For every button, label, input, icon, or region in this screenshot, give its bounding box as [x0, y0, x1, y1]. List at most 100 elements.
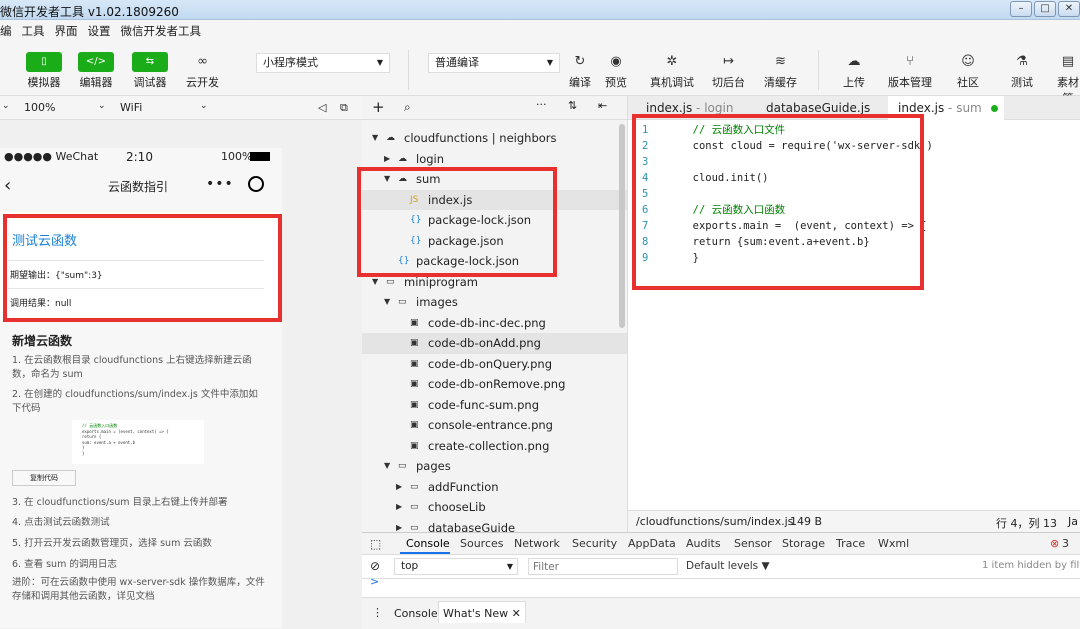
tab-login-index[interactable]: index.js - login [636, 96, 743, 120]
editor-button[interactable]: </> 编辑器 [78, 52, 114, 90]
tab-security[interactable]: Security [572, 537, 617, 550]
maximize-button[interactable]: □ [1034, 1, 1056, 17]
chevron-down-icon[interactable]: ▼ [384, 169, 390, 190]
tab-network[interactable]: Network [514, 537, 560, 550]
tree-item[interactable]: {} package.json [362, 231, 627, 252]
debugger-button[interactable]: ⇆ 调试器 [132, 52, 168, 90]
tab-console[interactable]: Console [406, 537, 450, 550]
back-icon[interactable]: ‹ [4, 175, 11, 196]
inspect-icon[interactable]: ⬚ [370, 537, 381, 551]
error-count[interactable]: 3 [1062, 537, 1069, 550]
log-levels-select[interactable]: Default levels ▼ [686, 560, 770, 572]
community-button[interactable]: ☺ 社区 [954, 52, 982, 90]
zoom-select[interactable]: 100% [24, 101, 55, 114]
tree-item[interactable]: {} package-lock.json [362, 251, 627, 272]
test-button[interactable]: ⚗ 测试 [1008, 52, 1036, 90]
close-capsule-icon[interactable] [248, 176, 264, 192]
tree-item[interactable]: ▣ create-collection.png [362, 436, 627, 457]
mode-select[interactable]: 小程序模式 ▼ [256, 53, 390, 73]
tree-item[interactable]: ▣ code-db-onQuery.png [362, 354, 627, 375]
tab-sensor[interactable]: Sensor [734, 537, 772, 550]
drawer-tab-console[interactable]: Console [394, 607, 438, 620]
sort-icon[interactable]: ⇅ [568, 99, 577, 112]
tab-sources[interactable]: Sources [460, 537, 504, 550]
capsule-menu[interactable]: ••• [206, 174, 270, 198]
tree-item[interactable]: ▶ ▭ databaseGuide [362, 518, 627, 533]
chevron-down-icon[interactable]: ▼ [384, 456, 390, 477]
chevron-right-icon[interactable]: ▶ [396, 497, 402, 518]
tree-item[interactable]: ▶ ▭ chooseLib [362, 497, 627, 518]
version-button[interactable]: ⑂ 版本管理 [888, 52, 932, 90]
menu-wechat-devtools[interactable]: 微信开发者工具 [121, 23, 202, 39]
tree-item[interactable]: ▼ ☁ sum [362, 169, 627, 190]
more-icon[interactable]: ··· [536, 98, 547, 111]
test-function-link[interactable]: 测试云函数 [12, 230, 77, 249]
chevron-down-icon[interactable]: ▼ [372, 128, 378, 149]
tab-audits[interactable]: Audits [686, 537, 721, 550]
tab-appdata[interactable]: AppData [628, 537, 676, 550]
code-area[interactable]: 1 // 云函数入口文件 2 const cloud = require('wx-… [628, 122, 1080, 266]
background-button[interactable]: ↦ 切后台 [712, 52, 745, 90]
chevron-down-icon[interactable]: ⌄ [2, 101, 10, 111]
drawer-menu-icon[interactable]: ⋮ [372, 606, 383, 619]
add-icon[interactable]: + [372, 98, 385, 116]
tab-storage[interactable]: Storage [782, 537, 825, 550]
cloud-dev-button[interactable]: ∞ 云开发 [186, 52, 219, 90]
popout-icon[interactable]: ⧉ [340, 101, 348, 115]
menu-view[interactable]: 界面 [55, 23, 78, 39]
tree-item[interactable]: ▣ code-func-sum.png [362, 395, 627, 416]
tree-item[interactable]: ▼ ☁ cloudfunctions | neighbors [362, 128, 627, 149]
chevron-right-icon[interactable]: ▶ [396, 477, 402, 498]
tree-item[interactable]: ▣ code-db-onRemove.png [362, 374, 627, 395]
simulator-button[interactable]: ▯ 模拟器 [26, 52, 62, 90]
compile-mode-select[interactable]: 普通编译 ▼ [428, 53, 560, 73]
collapse-icon[interactable]: ⇤ [598, 99, 607, 112]
network-select[interactable]: WiFi [120, 101, 142, 114]
tree-item[interactable]: ▶ ▭ addFunction [362, 477, 627, 498]
tab-database-guide[interactable]: databaseGuide.js [756, 96, 880, 120]
compile-button[interactable]: ↻ 编译 [566, 52, 594, 90]
clear-console-icon[interactable]: ⊘ [370, 559, 380, 573]
minimize-button[interactable]: – [1010, 1, 1032, 17]
search-icon[interactable]: ⌕ [404, 100, 411, 115]
tree-item[interactable]: ▣ code-db-inc-dec.png [362, 313, 627, 334]
tree-item[interactable]: ▼ ▭ images [362, 292, 627, 313]
tree-item[interactable]: ▶ ☁ login [362, 149, 627, 170]
close-button[interactable]: ✕ [1058, 1, 1080, 17]
menu-edit[interactable]: 编 [0, 23, 12, 39]
context-select[interactable]: top ▼ [394, 558, 518, 575]
chevron-down-icon[interactable]: ⌄ [98, 101, 106, 111]
upload-button[interactable]: ☁ 上传 [840, 52, 868, 90]
carrier: ●●●●● WeChat [4, 150, 99, 163]
tab-trace[interactable]: Trace [836, 537, 865, 550]
real-debug-button[interactable]: ✲ 真机调试 [650, 52, 694, 90]
more-icon[interactable]: ••• [206, 176, 234, 192]
simulator-label: 模拟器 [27, 76, 61, 89]
clear-cache-button[interactable]: ≋ 清缓存 [764, 52, 797, 90]
close-icon[interactable]: ✕ [512, 607, 521, 620]
preview-button[interactable]: ◉ 预览 [602, 52, 630, 90]
menu-tools[interactable]: 工具 [22, 23, 45, 39]
tree-item[interactable]: ▣ code-db-onAdd.png [362, 333, 627, 354]
tree-item[interactable]: ▼ ▭ pages [362, 456, 627, 477]
tree-item-label: console-entrance.png [428, 418, 553, 432]
copy-code-button[interactable]: 复制代码 [12, 470, 76, 486]
console-prompt[interactable]: > [370, 575, 379, 588]
chevron-right-icon[interactable]: ▶ [396, 518, 402, 533]
tab-wxml[interactable]: Wxml [878, 537, 909, 550]
chevron-right-icon[interactable]: ▶ [384, 149, 390, 170]
tree-item[interactable]: {} package-lock.json [362, 210, 627, 231]
tree-item[interactable]: ▣ console-entrance.png [362, 415, 627, 436]
sound-icon[interactable]: ◁ [318, 101, 326, 114]
scrollbar[interactable] [619, 124, 625, 328]
filter-input[interactable] [528, 558, 678, 575]
chevron-down-icon[interactable]: ▼ [372, 272, 378, 293]
menu-settings[interactable]: 设置 [88, 23, 111, 39]
preview-label: 预览 [605, 76, 627, 89]
tree-item[interactable]: ▼ ▭ miniprogram [362, 272, 627, 293]
tree-item[interactable]: JS index.js [362, 189, 627, 210]
drawer-tab-whats-new[interactable]: What's New ✕ [438, 601, 526, 623]
chevron-down-icon[interactable]: ▼ [384, 292, 390, 313]
tab-sum-index[interactable]: index.js - sum [888, 96, 1004, 120]
chevron-down-icon[interactable]: ⌄ [200, 101, 208, 111]
